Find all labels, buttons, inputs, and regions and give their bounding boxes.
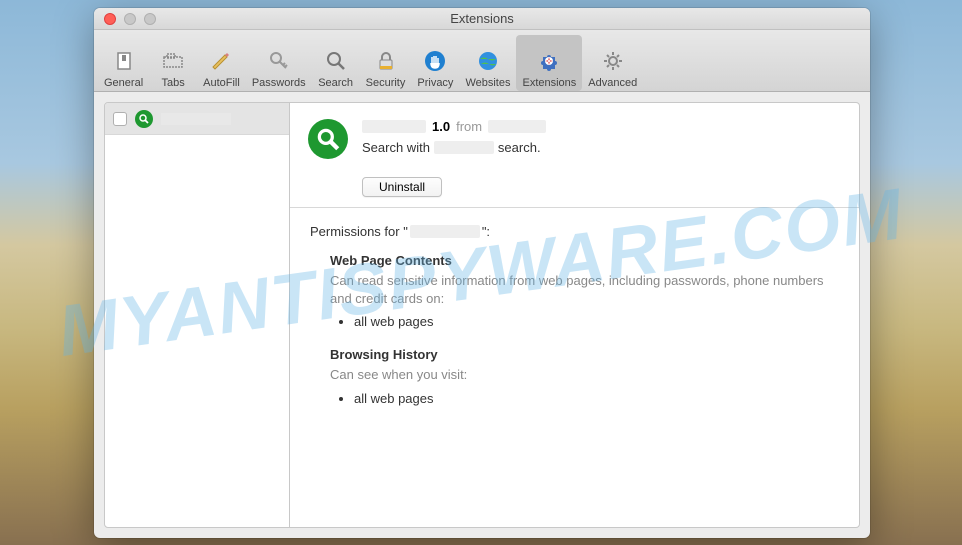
globe-icon (474, 47, 502, 75)
tab-label: AutoFill (203, 77, 240, 89)
extensions-sidebar (104, 102, 290, 528)
permission-section-history: Browsing History Can see when you visit:… (330, 347, 839, 405)
extension-icon (135, 110, 153, 128)
permission-heading: Web Page Contents (330, 253, 839, 268)
tab-label: Tabs (162, 77, 185, 89)
tab-advanced[interactable]: Advanced (582, 35, 643, 91)
tab-label: Privacy (417, 77, 453, 89)
desc-name-redacted (434, 141, 494, 154)
permissions-name-redacted (410, 225, 480, 238)
permission-item: all web pages (354, 391, 839, 406)
tab-extensions[interactable]: Extensions (516, 35, 582, 91)
extension-name-redacted (161, 113, 231, 125)
uninstall-row: Uninstall (362, 177, 841, 197)
permission-list: all web pages (354, 391, 839, 406)
extension-info: 1.0 from Search with search. Uninstall (362, 119, 841, 197)
lock-icon (372, 47, 400, 75)
extension-header: 1.0 from Search with search. Uninstall (290, 103, 859, 208)
autofill-icon (207, 47, 235, 75)
tab-label: Extensions (522, 77, 576, 89)
extension-description: Search with search. (362, 140, 841, 155)
tab-label: Security (366, 77, 406, 89)
permission-list: all web pages (354, 314, 839, 329)
extension-version: 1.0 (432, 119, 450, 134)
permission-section-webpage: Web Page Contents Can read sensitive inf… (330, 253, 839, 329)
tab-search[interactable]: Search (312, 35, 360, 91)
uninstall-button[interactable]: Uninstall (362, 177, 442, 197)
key-icon (265, 47, 293, 75)
tab-label: Search (318, 77, 353, 89)
tab-general[interactable]: General (98, 35, 149, 91)
tab-passwords[interactable]: Passwords (246, 35, 312, 91)
hand-icon (421, 47, 449, 75)
desc-suffix: search. (498, 140, 541, 155)
tab-tabs[interactable]: Tabs (149, 35, 197, 91)
preferences-window: Extensions General Tabs AutoFill Passwor… (94, 8, 870, 538)
permissions-title-suffix: ": (482, 224, 490, 239)
extension-title-row: 1.0 from (362, 119, 841, 134)
tab-security[interactable]: Security (360, 35, 412, 91)
extension-name-redacted (362, 120, 426, 133)
permission-item: all web pages (354, 314, 839, 329)
tabs-icon (159, 47, 187, 75)
titlebar[interactable]: Extensions (94, 8, 870, 30)
window-title: Extensions (94, 11, 870, 26)
extension-detail: 1.0 from Search with search. Uninstall (290, 102, 860, 528)
gear-icon (599, 47, 627, 75)
permissions-title: Permissions for " ": (310, 224, 839, 239)
from-label: from (456, 119, 482, 134)
extension-list-item[interactable] (105, 103, 289, 135)
desc-prefix: Search with (362, 140, 430, 155)
tab-label: Passwords (252, 77, 306, 89)
general-icon (110, 47, 138, 75)
tab-label: Advanced (588, 77, 637, 89)
search-icon (322, 47, 350, 75)
extension-icon-large (308, 119, 348, 159)
tab-privacy[interactable]: Privacy (411, 35, 459, 91)
permission-heading: Browsing History (330, 347, 839, 362)
permissions-title-prefix: Permissions for " (310, 224, 408, 239)
puzzle-icon (535, 47, 563, 75)
extension-author-redacted (488, 120, 546, 133)
tab-websites[interactable]: Websites (459, 35, 516, 91)
preferences-toolbar: General Tabs AutoFill Passwords Search (94, 30, 870, 92)
content-area: 1.0 from Search with search. Uninstall (94, 92, 870, 538)
extension-enable-checkbox[interactable] (113, 112, 127, 126)
tab-label: General (104, 77, 143, 89)
permissions-panel: Permissions for " ": Web Page Contents C… (290, 208, 859, 440)
permission-description: Can see when you visit: (330, 366, 839, 384)
tab-autofill[interactable]: AutoFill (197, 35, 246, 91)
permission-description: Can read sensitive information from web … (330, 272, 839, 308)
tab-label: Websites (465, 77, 510, 89)
